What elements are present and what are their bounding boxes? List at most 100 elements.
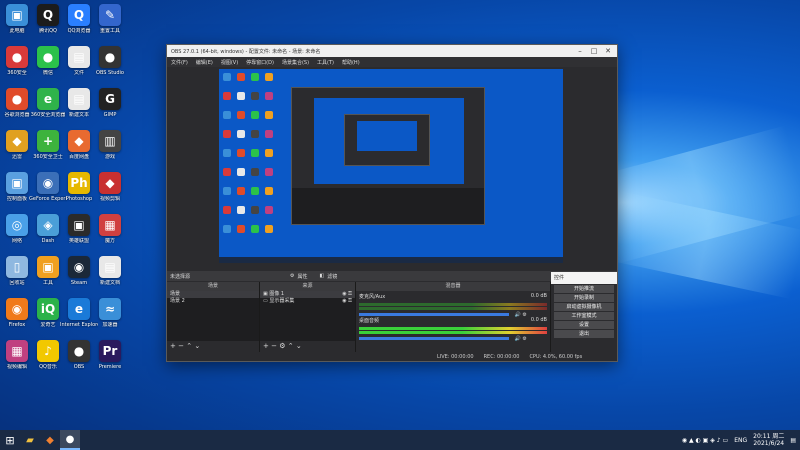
preview-desktop-icon (223, 206, 231, 214)
down-icon[interactable]: ⌄ (296, 342, 302, 350)
control-button[interactable]: 退出 (554, 330, 614, 338)
gear-icon[interactable]: ⚙ (522, 312, 526, 318)
notification-icon[interactable]: ▤ (790, 437, 796, 444)
preview-desktop-icon (251, 206, 259, 214)
add-icon[interactable]: + (263, 342, 269, 350)
filter-icon[interactable]: ◧ (320, 273, 325, 279)
nested-preview-screen (314, 98, 464, 184)
volume-meter (359, 331, 547, 334)
desktop-icon[interactable]: G GIMP (91, 88, 129, 118)
app-icon: Q (68, 4, 90, 26)
down-icon[interactable]: ⌄ (194, 342, 200, 350)
control-button[interactable]: 启动虚拟摄像机 (554, 303, 614, 311)
obs-preview[interactable] (219, 69, 563, 263)
clock[interactable]: 20:11 周二 2021/6/24 (753, 433, 784, 447)
menu-item[interactable]: 编辑(E) (192, 59, 217, 66)
desktop-icon[interactable]: ▥ 游戏 (91, 130, 129, 160)
app-icon: ≈ (99, 298, 121, 320)
preview-desktop-icon (251, 149, 259, 157)
obs-window[interactable]: OBS 27.0.1 (64-bit, windows) - 配置文件: 未命名… (166, 44, 618, 362)
source-item[interactable]: ▭ 显示器采集 ◉ ⚿ (260, 298, 355, 305)
preview-desktop-icon (265, 206, 273, 214)
desktop-icon[interactable]: Pr Premiere (91, 340, 129, 370)
remove-icon[interactable]: − (178, 342, 184, 350)
desktop-icon[interactable]: ◆ 视频剪辑 (91, 172, 129, 202)
preview-desktop-icon (223, 111, 231, 119)
app-icon: ♪ (37, 340, 59, 362)
sources-header: 来源 (260, 282, 355, 291)
taskbar-app[interactable]: ◆ (40, 430, 60, 450)
up-icon[interactable]: ⌃ (186, 342, 192, 350)
menu-item[interactable]: 视图(V) (217, 59, 242, 66)
volume-slider[interactable] (359, 337, 509, 340)
app-icon: ▤ (68, 88, 90, 110)
obs-menubar: 文件(F) 编辑(E) 视图(V) 停靠窗口(D) 场景集合(S) 工具(T) 帮助(H) (167, 57, 617, 67)
app-icon: ◉ (6, 298, 28, 320)
up-icon[interactable]: ⌃ (288, 342, 294, 350)
gear-icon[interactable]: ⚙ (522, 336, 526, 342)
app-icon: ◆ (6, 130, 28, 152)
app-icon: ◈ (37, 214, 59, 236)
control-button[interactable]: 开始推流 (554, 285, 614, 293)
desktop-icon[interactable]: ≈ 加速器 (91, 298, 129, 328)
desktop-icon-label: Premiere (98, 364, 122, 370)
scene-item[interactable]: 场景 (167, 291, 259, 298)
volume-slider[interactable] (359, 313, 509, 316)
preview-desktop-icon (237, 111, 245, 119)
preview-desktop-icon (265, 73, 273, 81)
control-button[interactable]: 工作室模式 (554, 312, 614, 320)
control-button[interactable]: 开始录制 (554, 294, 614, 302)
app-icon: Q (37, 4, 59, 26)
taskbar-explorer[interactable]: ▰ (20, 430, 40, 450)
speaker-icon[interactable]: 🔊 (515, 336, 521, 342)
menu-item[interactable]: 帮助(H) (338, 59, 364, 66)
app-icon: ▣ (37, 256, 59, 278)
menu-item[interactable]: 文件(F) (167, 59, 192, 66)
taskbar-obs[interactable]: ● (60, 430, 80, 450)
desktop-icon[interactable]: ✎ 重置工具 (91, 4, 129, 34)
language-indicator[interactable]: ENG (734, 437, 747, 444)
eye-icon[interactable]: ◉ ⚿ (342, 291, 352, 298)
speaker-icon[interactable]: 🔊 (515, 312, 521, 318)
menu-item[interactable]: 停靠窗口(D) (242, 59, 278, 66)
preview-taskbar (219, 257, 563, 263)
preview-desktop-icon (265, 149, 273, 157)
desktop-icon[interactable]: ● OBS Studio (91, 46, 129, 76)
gear-icon[interactable]: ⚙ (279, 342, 285, 350)
app-icon: ▤ (68, 46, 90, 68)
gear-icon[interactable]: ⚙ (290, 273, 294, 279)
menu-item[interactable]: 场景集合(S) (278, 59, 313, 66)
app-icon: + (37, 130, 59, 152)
scenes-header: 场景 (167, 282, 259, 291)
desktop-icon[interactable]: ▤ 新建文档 (91, 256, 129, 286)
obs-titlebar[interactable]: OBS 27.0.1 (64-bit, windows) - 配置文件: 未命名… (167, 45, 617, 57)
start-button[interactable]: ⊞ (0, 430, 20, 450)
maximize-icon[interactable]: □ (587, 45, 601, 57)
windows-icon: ⊞ (5, 433, 15, 447)
taskbar: ⊞ ▰ ◆ ● ◉ ▲ ◐ ▣ ◈ ♪ ▭ ENG 20:11 周二 2021/… (0, 430, 800, 450)
desktop-icon[interactable]: ▦ 魔方 (91, 214, 129, 244)
clock-time: 20:11 周二 (753, 433, 785, 440)
remove-icon[interactable]: − (271, 342, 277, 350)
sources-toolbar: + − ⚙ ⌃ ⌄ (260, 341, 355, 351)
properties-button[interactable]: 属性 (297, 273, 307, 280)
minimize-icon[interactable]: – (573, 45, 587, 57)
close-icon[interactable]: ✕ (601, 45, 615, 57)
live-status: LIVE: 00:00:00 (437, 353, 474, 360)
mixer-track: 麦克风/Aux 0.0 dB 🔊 ⚙ (359, 293, 547, 318)
tray-icons[interactable]: ◉ ▲ ◐ ▣ ◈ ♪ ▭ (682, 437, 728, 444)
eye-icon[interactable]: ◉ ⚿ (342, 298, 352, 305)
app-icon: ▣ (6, 4, 28, 26)
app-icon: ◎ (6, 214, 28, 236)
control-button[interactable]: 设置 (554, 321, 614, 329)
scenes-dock: 场景 场景 场景 2 + − ⌃ ⌄ (167, 282, 260, 352)
track-name: 桌面音频 (359, 318, 380, 324)
source-item[interactable]: ▣ 图像 1 ◉ ⚿ (260, 291, 355, 298)
preview-desktop-icon (237, 73, 245, 81)
app-icon: ✎ (99, 4, 121, 26)
scene-item[interactable]: 场景 2 (167, 298, 259, 305)
add-icon[interactable]: + (170, 342, 176, 350)
menu-item[interactable]: 工具(T) (313, 59, 338, 66)
volume-meter (359, 303, 547, 306)
filters-button[interactable]: 滤镜 (327, 273, 337, 280)
